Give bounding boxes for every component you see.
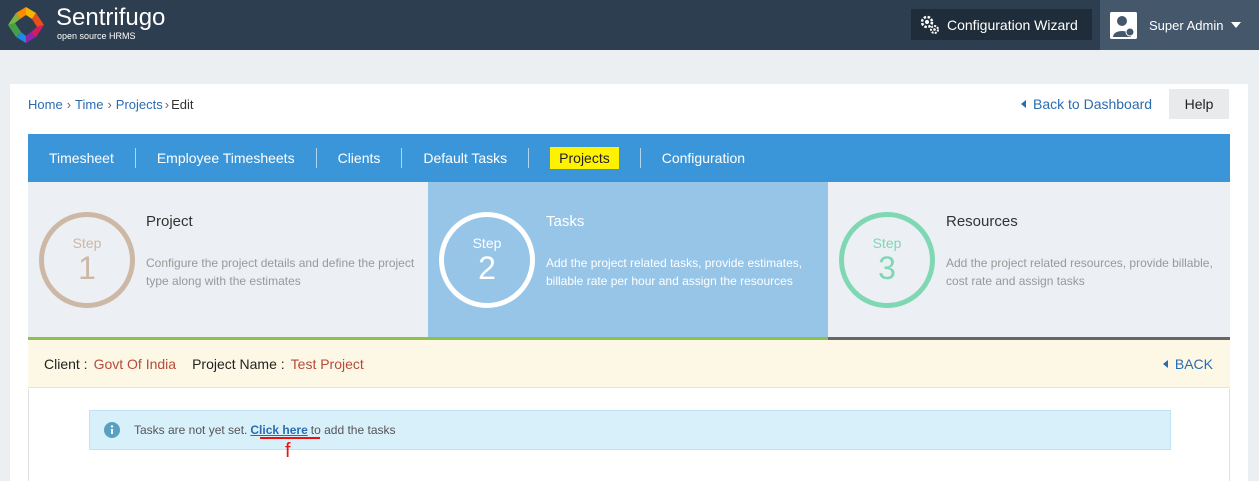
tab-default-tasks[interactable]: Default Tasks [402,148,530,168]
module-tabs: Timesheet Employee Timesheets Clients De… [28,134,1230,182]
annotation-underline [260,437,320,439]
click-here-link[interactable]: Click here [250,423,307,437]
info-icon [104,422,120,438]
project-name-value: Test Project [290,355,364,372]
back-button[interactable]: BACK [1162,356,1213,372]
project-info-bar: Client : Govt Of India Project Name : Te… [28,340,1230,388]
tab-projects[interactable]: Projects [529,147,641,169]
step-2-title: Tasks [546,213,585,230]
main-panel: Home › Time › Projects › Edit Back to Dashboar… [10,84,1248,481]
step-1-title: Project [146,213,193,230]
step-3-description: Add the project related resources, provi… [946,256,1213,288]
brand-name: Sentrifugo [56,4,166,31]
wizard-steps: Step 1 Project Configure the project det… [28,182,1230,340]
back-to-dashboard-label: Back to Dashboard [1033,96,1153,112]
breadcrumb: Home › Time › Projects › Edit [28,97,194,112]
wizard-label: Configuration Wizard [947,16,1078,33]
alert-text-post: to add the tasks [310,423,396,437]
brand-tagline: open source HRMS [57,31,136,41]
tab-timesheet[interactable]: Timesheet [28,148,136,168]
user-name: Super Admin [1149,17,1224,33]
user-avatar-icon [1110,11,1137,39]
client-value: Govt Of India [93,355,177,372]
step-project[interactable]: Step 1 Project Configure the project det… [28,182,428,340]
back-label: BACK [1174,356,1213,372]
breadcrumb-time[interactable]: Time [75,97,103,112]
project-name-label: Project Name : [192,355,285,372]
help-button[interactable]: Help [1169,89,1229,119]
tab-configuration[interactable]: Configuration [641,148,766,168]
step-3-title: Resources [946,213,1018,230]
back-to-dashboard-link[interactable]: Back to Dashboard [1021,96,1152,112]
step-resources[interactable]: Step 3 Resources Add the project related… [828,182,1230,340]
step-2-description: Add the project related tasks, provide e… [546,256,803,288]
chevron-down-icon [1231,22,1242,28]
sentrifugo-logo-icon[interactable] [6,5,46,45]
alert-text-pre: Tasks are not yet set. [134,423,248,437]
breadcrumb-current: Edit [171,97,194,112]
breadcrumb-home[interactable]: Home [28,97,63,112]
breadcrumb-projects[interactable]: Projects [116,97,163,112]
top-bar: Sentrifugo open source HRMS Configuratio… [0,0,1259,50]
step-1-circle: Step 1 [39,212,135,308]
gears-icon [920,15,939,34]
annotation-label: f [285,440,291,462]
tasks-alert: Tasks are not yet set. Click here to add… [89,410,1171,450]
tab-clients[interactable]: Clients [317,148,403,168]
client-label: Client : [44,355,88,372]
step-2-circle: Step 2 [439,212,535,308]
user-menu[interactable]: Super Admin [1100,0,1259,50]
caret-left-icon [1021,100,1026,108]
configuration-wizard-button[interactable]: Configuration Wizard [911,9,1092,40]
step-1-description: Configure the project details and define… [146,256,415,288]
tab-employee-timesheets[interactable]: Employee Timesheets [136,148,317,168]
tasks-content: Tasks are not yet set. Click here to add… [28,389,1230,481]
step-3-circle: Step 3 [839,212,935,308]
caret-left-icon [1162,360,1168,368]
step-tasks[interactable]: Step 2 Tasks Add the project related tas… [428,182,828,340]
